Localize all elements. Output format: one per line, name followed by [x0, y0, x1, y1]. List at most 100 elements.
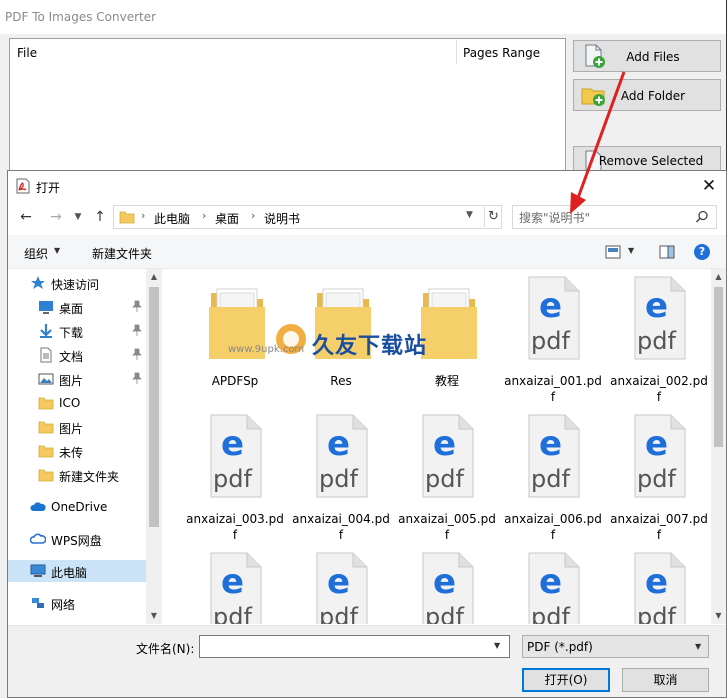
search-icon: [695, 210, 708, 223]
file-item[interactable]: e pdf anxaizai_007.pdf: [609, 407, 709, 542]
file-name: anxaizai_001.pdf: [504, 374, 602, 404]
pdf-icon-label: pdf: [319, 603, 358, 624]
close-icon[interactable]: ✕: [696, 174, 722, 198]
open-file-dialog: 打开 ✕ ← → ▼ ↑ › 此电脑 › 桌面 › 说明书 ▼ ↻ 搜索"说明书…: [7, 170, 727, 698]
pin-icon[interactable]: [132, 324, 142, 336]
filename-history-chevron-icon[interactable]: ▼: [494, 641, 500, 650]
sidebar-item-label: 新建文件夹: [59, 470, 120, 484]
file-name: anxaizai_003.pdf: [186, 512, 284, 542]
scroll-down-icon[interactable]: ▼: [711, 608, 726, 624]
pdf-file-icon: epdf: [528, 552, 580, 624]
forward-arrow-icon[interactable]: →: [46, 207, 66, 227]
organize-chevron-icon[interactable]: ▼: [54, 246, 60, 255]
pdf-file-icon: epdf: [210, 414, 262, 498]
file-item[interactable]: e pdf anxaizai_005.pdf: [397, 407, 497, 542]
sidebar-item[interactable]: ICO: [8, 392, 146, 414]
wps-cloud-icon: [30, 533, 46, 544]
file-item[interactable]: e pdf anxaizai_004.pdf: [291, 407, 391, 542]
pin-icon[interactable]: [132, 300, 142, 312]
refresh-icon[interactable]: ↻: [484, 207, 502, 227]
sidebar-item[interactable]: 快速访问: [8, 272, 146, 294]
breadcrumb-desktop[interactable]: 桌面: [215, 210, 239, 227]
file-item[interactable]: e pdf anxaizai_006.pdf: [503, 407, 603, 542]
file-item[interactable]: e pdf anxaizai_003.pdf: [185, 407, 285, 542]
up-arrow-icon[interactable]: ↑: [90, 207, 110, 227]
column-header-file[interactable]: File: [17, 46, 37, 60]
address-bar[interactable]: › 此电脑 › 桌面 › 说明书 ▼ ↻: [113, 205, 502, 229]
back-arrow-icon[interactable]: ←: [16, 207, 36, 227]
pin-icon[interactable]: [132, 348, 142, 360]
breadcrumb-separator-icon[interactable]: ›: [202, 209, 206, 222]
files-scroll-thumb[interactable]: [714, 287, 723, 447]
sidebar-item-label: 下载: [59, 326, 84, 340]
breadcrumb-separator-icon[interactable]: ›: [141, 209, 145, 222]
file-name: APDFSp: [211, 374, 259, 388]
sidebar-item[interactable]: 新建文件夹: [8, 464, 146, 486]
file-name: anxaizai_002.pdf: [610, 374, 708, 404]
scroll-up-icon[interactable]: ▲: [146, 269, 162, 285]
help-icon[interactable]: ?: [694, 244, 710, 260]
svg-text:e: e: [327, 562, 350, 602]
preview-pane-icon[interactable]: [659, 245, 675, 259]
view-chevron-icon[interactable]: ▼: [628, 246, 634, 255]
network-icon: [32, 598, 44, 608]
sidebar-item-label: WPS网盘: [51, 534, 102, 548]
file-type-select[interactable]: PDF (*.pdf) ▼: [522, 635, 709, 658]
scroll-up-icon[interactable]: ▲: [711, 269, 726, 285]
sidebar-item[interactable]: 下载: [8, 320, 146, 342]
file-name: anxaizai_006.pdf: [504, 512, 602, 542]
scroll-down-icon[interactable]: ▼: [146, 608, 162, 624]
picture-icon: [38, 373, 54, 385]
pdf-icon-label: pdf: [637, 327, 676, 355]
sidebar-item[interactable]: 桌面: [8, 296, 146, 318]
sidebar-item[interactable]: 图片: [8, 416, 146, 438]
app-titlebar: PDF To Images Converter: [0, 0, 727, 34]
file-item[interactable]: e pdf: [185, 545, 285, 624]
annotation-arrow-icon: [570, 71, 626, 214]
organize-button[interactable]: 组织: [24, 245, 48, 262]
file-list[interactable]: File Pages Range: [9, 38, 566, 178]
pdf-icon-label: pdf: [425, 465, 464, 493]
file-item[interactable]: e pdf anxaizai_001.pdf: [503, 269, 603, 404]
pin-icon[interactable]: [132, 372, 142, 384]
breadcrumb-separator-icon[interactable]: ›: [251, 209, 255, 222]
breadcrumb-manual[interactable]: 说明书: [264, 210, 300, 227]
address-history-chevron-icon[interactable]: ▼: [466, 210, 473, 220]
nav-scroll-thumb[interactable]: [149, 287, 159, 527]
file-type-value: PDF (*.pdf): [527, 640, 593, 654]
recent-locations-chevron-icon[interactable]: ▼: [72, 207, 84, 227]
sidebar-item[interactable]: WPS网盘: [8, 528, 146, 550]
file-item[interactable]: e pdf: [397, 545, 497, 624]
file-item[interactable]: e pdf anxaizai_002.pdf: [609, 269, 709, 404]
sidebar-item[interactable]: OneDrive: [8, 496, 146, 518]
sidebar-item[interactable]: 网络: [8, 592, 146, 614]
sidebar-item[interactable]: 图片: [8, 368, 146, 390]
file-item[interactable]: e pdf: [609, 545, 709, 624]
files-scrollbar[interactable]: ▲ ▼: [711, 269, 726, 624]
filename-input[interactable]: [199, 635, 510, 658]
view-options-icon[interactable]: [605, 245, 621, 259]
pdf-file-icon: epdf: [634, 276, 686, 360]
document-icon: [40, 347, 52, 363]
watermark: 久友下载站 www.9upk.com: [228, 322, 458, 374]
column-header-pages-range[interactable]: Pages Range: [463, 46, 540, 60]
file-item[interactable]: e pdf: [291, 545, 391, 624]
folder-icon: [119, 211, 135, 224]
pdf-icon-label: pdf: [531, 327, 570, 355]
column-divider[interactable]: [456, 40, 457, 64]
svg-text:e: e: [539, 562, 562, 602]
file-item[interactable]: e pdf: [503, 545, 603, 624]
chevron-down-icon: ▼: [695, 642, 702, 651]
new-folder-button[interactable]: 新建文件夹: [92, 245, 152, 262]
sidebar-item[interactable]: 未传: [8, 440, 146, 462]
pdf-icon-label: pdf: [531, 465, 570, 493]
sidebar-item[interactable]: 此电脑: [8, 560, 146, 582]
open-button[interactable]: 打开(O): [522, 668, 610, 692]
nav-scrollbar[interactable]: ▲ ▼: [146, 269, 162, 624]
pdf-file-icon: epdf: [528, 276, 580, 360]
file-name: anxaizai_007.pdf: [610, 512, 708, 542]
screen: PDF To Images Converter File Pages Range…: [0, 0, 727, 698]
breadcrumb-this-pc[interactable]: 此电脑: [154, 210, 190, 227]
sidebar-item[interactable]: 文档: [8, 344, 146, 366]
cancel-button[interactable]: 取消: [622, 668, 709, 692]
